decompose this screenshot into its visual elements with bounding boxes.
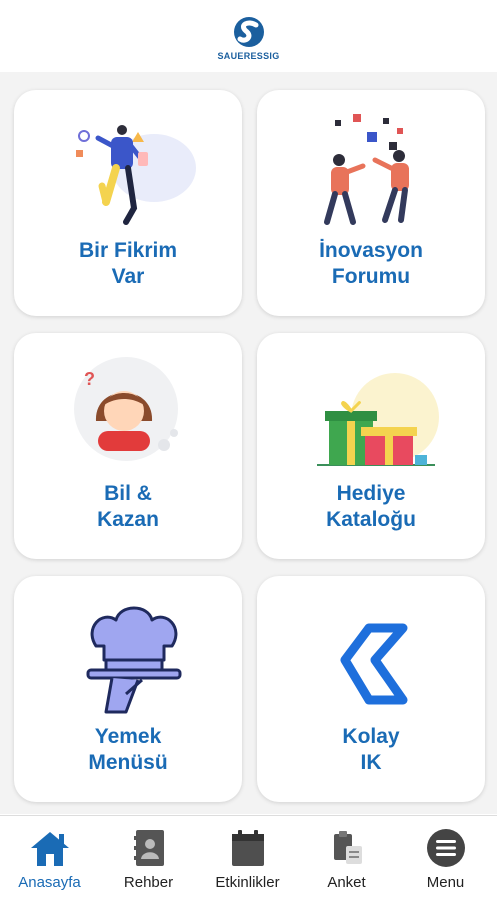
contacts-icon: [133, 830, 164, 866]
sauressig-logo-icon: [233, 17, 264, 47]
bottom-navigation: Anasayfa Rehber Etkinlikler Anket Menu: [0, 815, 497, 901]
svg-text:?: ?: [84, 369, 95, 389]
logo-text: SAUERESSIG: [217, 51, 280, 61]
nav-item-anket[interactable]: Anket: [297, 816, 396, 901]
nav-item-menu[interactable]: Menu: [396, 816, 495, 901]
tile-label: Yemek Menüsü: [88, 725, 168, 774]
tile-bil-kazan[interactable]: ? Bil & Kazan: [14, 333, 242, 559]
tile-label: İnovasyon Forumu: [319, 239, 423, 288]
tile-yemek-menusu[interactable]: Yemek Menüsü: [14, 576, 242, 802]
app-header: SAUERESSIG: [0, 0, 497, 73]
tile-bir-fikrim-var[interactable]: Bir Fikrim Var: [14, 90, 242, 316]
nav-label: Anket: [327, 874, 366, 891]
nav-item-anasayfa[interactable]: Anasayfa: [0, 816, 99, 901]
innovation-forum-illustration: [324, 114, 409, 225]
nav-label: Menu: [426, 874, 465, 891]
tile-kolay-ik[interactable]: Kolay IK: [257, 576, 485, 802]
gift-boxes-illustration: [317, 373, 439, 466]
nav-label: Anasayfa: [18, 874, 81, 891]
tile-inovasyon-forumu[interactable]: İnovasyon Forumu: [257, 90, 485, 316]
tile-label: Kolay IK: [342, 725, 400, 774]
nav-item-etkinlikler[interactable]: Etkinlikler: [198, 816, 297, 901]
nav-item-rehber[interactable]: Rehber: [99, 816, 198, 901]
menu-icon: [426, 829, 465, 867]
survey-icon: [333, 831, 362, 864]
tile-label: Bil & Kazan: [97, 482, 159, 531]
chef-hat-tray-icon: [86, 606, 182, 714]
kolay-ik-logo-icon: [340, 623, 408, 705]
idea-person-illustration: [76, 125, 196, 225]
tile-label: Bir Fikrim Var: [78, 239, 178, 288]
nav-label: Rehber: [123, 874, 174, 891]
home-icon: [30, 832, 69, 866]
nav-label: Etkinlikler: [215, 874, 280, 891]
tile-label: Hediye Kataloğu: [326, 482, 416, 531]
quiz-girl-illustration: ?: [74, 357, 178, 461]
tile-hediye-katalogu[interactable]: Hediye Kataloğu: [257, 333, 485, 559]
tile-grid: Bir Fikrim Var İnovasyon Forumu ? Bil & …: [0, 72, 497, 814]
calendar-icon: [231, 830, 264, 866]
